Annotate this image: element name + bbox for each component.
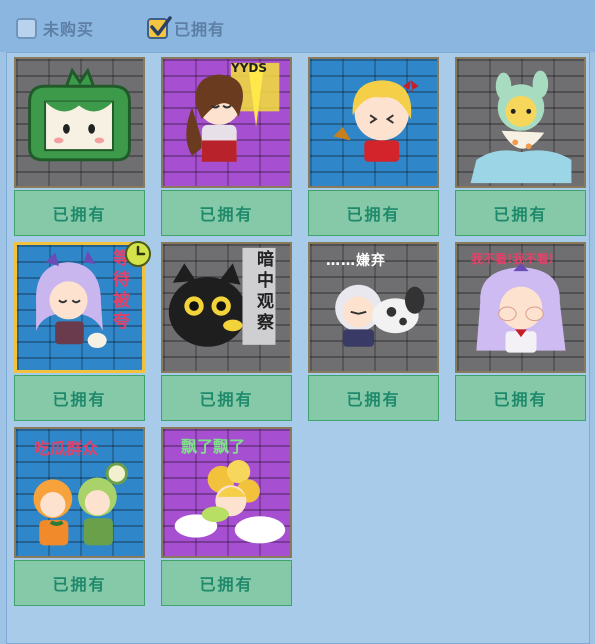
owned-button[interactable]: 已拥有 (455, 190, 586, 236)
sticker-card[interactable]: 暗中观察 已拥有 (161, 242, 292, 421)
filter-owned[interactable]: 已拥有 (147, 15, 225, 41)
sticker-thumbnail[interactable]: YYDS (161, 57, 292, 188)
sticker-card[interactable]: ……嫌弃 已拥有 (308, 242, 439, 421)
owned-button[interactable]: 已拥有 (14, 375, 145, 421)
filter-bar: 未购买 已拥有 (0, 0, 595, 52)
filter-owned-label: 已拥有 (174, 20, 226, 39)
sticker-caption: 飘了飘了 (181, 437, 246, 456)
blonde-girl-bell-image (333, 80, 419, 162)
sticker-caption: YYDS (231, 61, 267, 75)
owned-button[interactable]: 已拥有 (14, 190, 145, 236)
sticker-thumbnail[interactable]: 暗中观察 (161, 242, 292, 373)
sticker-caption: 我不看!我不看! (471, 252, 554, 266)
sticker-thumbnail[interactable] (308, 57, 439, 188)
sticker-grid: 已拥有 YYDS 已拥有 已拥有 已拥有 等待被夸 已拥有 暗中观察 已拥有 …… (6, 52, 590, 644)
sticker-caption: 暗中观察 (253, 250, 273, 334)
brown-hair-girl-image (186, 62, 280, 162)
sticker-thumbnail[interactable] (14, 57, 145, 188)
unowned-checkbox[interactable] (16, 17, 37, 39)
owned-button[interactable]: 已拥有 (14, 560, 145, 606)
sticker-card[interactable]: 已拥有 (308, 57, 439, 236)
sticker-card[interactable]: 已拥有 (14, 57, 145, 236)
sticker-thumbnail[interactable]: ……嫌弃 (308, 242, 439, 373)
owned-button[interactable]: 已拥有 (161, 560, 292, 606)
checkmark-icon (150, 15, 172, 36)
owned-button[interactable]: 已拥有 (455, 375, 586, 421)
sticker-card[interactable]: 等待被夸 已拥有 (14, 241, 151, 421)
sticker-card[interactable]: 我不看!我不看! 已拥有 (455, 242, 586, 421)
green-mascot-image (28, 67, 131, 162)
sticker-card[interactable]: YYDS 已拥有 (161, 57, 292, 236)
sticker-card[interactable]: 已拥有 (455, 57, 586, 236)
sticker-card[interactable]: 吃瓜群众 已拥有 (14, 427, 145, 606)
sticker-thumbnail[interactable] (455, 57, 586, 188)
sticker-thumbnail[interactable]: 吃瓜群众 (14, 427, 145, 558)
filter-unowned-label: 未购买 (43, 20, 95, 39)
sticker-caption: 吃瓜群众 (34, 439, 99, 458)
sticker-card[interactable]: 飘了飘了 已拥有 (161, 427, 292, 606)
frog-costume-girl-image (470, 70, 572, 184)
owned-checkbox[interactable] (147, 15, 172, 39)
clock-icon (125, 241, 151, 267)
filter-unowned[interactable]: 未购买 (16, 15, 94, 41)
sticker-thumbnail[interactable]: 飘了飘了 (161, 427, 292, 558)
owned-button[interactable]: 已拥有 (161, 190, 292, 236)
owned-button[interactable]: 已拥有 (308, 190, 439, 236)
owned-button[interactable]: 已拥有 (308, 375, 439, 421)
sticker-caption: ……嫌弃 (326, 253, 386, 269)
sticker-thumbnail[interactable]: 我不看!我不看! (455, 242, 586, 373)
owned-button[interactable]: 已拥有 (161, 375, 292, 421)
